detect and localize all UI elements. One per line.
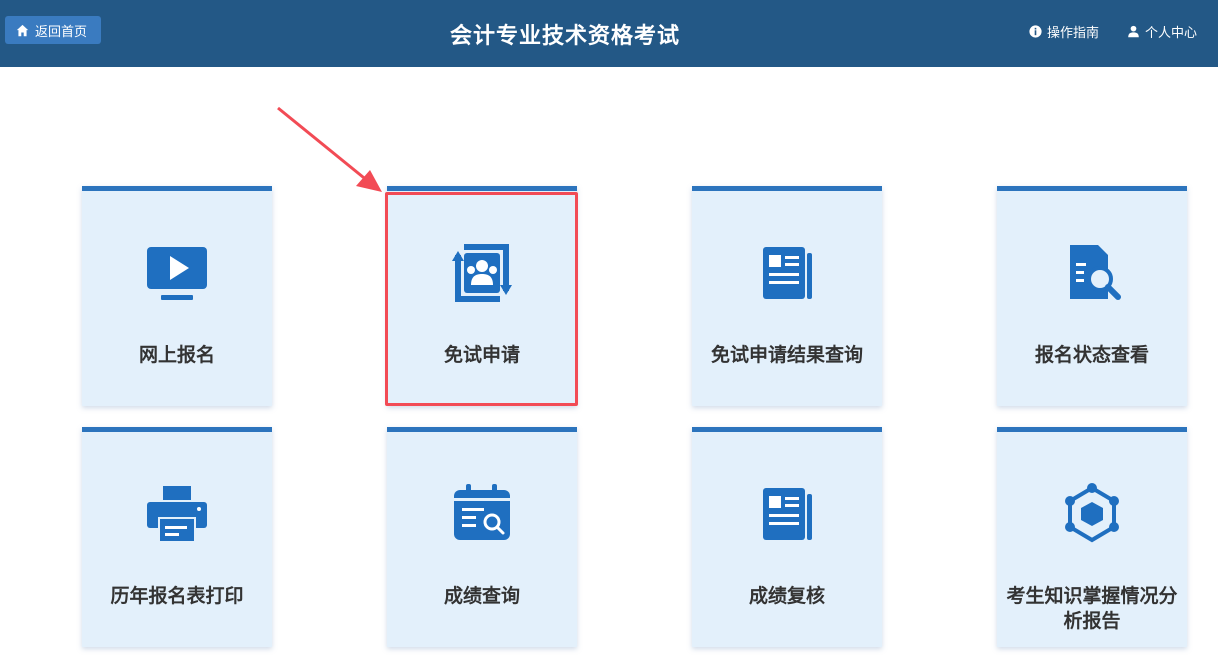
card-knowledge-analysis-report[interactable]: 考生知识掌握情况分析报告 [997, 427, 1187, 647]
document-search-icon [1060, 241, 1124, 305]
card-label: 网上报名 [138, 344, 215, 366]
group-exchange-icon [450, 241, 514, 305]
card-score-review[interactable]: 成绩复核 [692, 427, 882, 647]
newspaper-icon [755, 241, 819, 305]
top-bar: 返回首页 会计专业技术资格考试 操作指南 个人中心 [0, 0, 1218, 67]
card-label: 免试申请 [443, 344, 520, 366]
info-icon [1029, 25, 1042, 38]
card-print-history-forms[interactable]: 历年报名表打印 [82, 427, 272, 647]
user-center-link[interactable]: 个人中心 [1127, 22, 1197, 41]
guide-link-label: 操作指南 [1047, 26, 1100, 41]
hexagon-network-icon [1060, 482, 1124, 546]
newspaper-icon [755, 482, 819, 546]
card-label: 成绩复核 [748, 585, 825, 607]
user-icon [1128, 25, 1139, 38]
card-label: 免试申请结果查询 [710, 344, 863, 366]
card-score-query[interactable]: 成绩查询 [387, 427, 577, 647]
monitor-play-icon [145, 241, 209, 305]
card-label: 报名状态查看 [1034, 344, 1149, 366]
card-registration-status[interactable]: 报名状态查看 [997, 186, 1187, 406]
guide-link[interactable]: 操作指南 [1029, 22, 1099, 41]
pointer-arrow [277, 106, 382, 192]
calendar-search-icon [450, 482, 514, 546]
card-label: 历年报名表打印 [110, 585, 244, 607]
page-title: 会计专业技术资格考试 [449, 24, 680, 49]
card-label: 成绩查询 [443, 585, 520, 607]
card-exemption-result-query[interactable]: 免试申请结果查询 [692, 186, 882, 406]
card-exemption-application[interactable]: 免试申请 [387, 186, 577, 406]
user-center-label: 个人中心 [1145, 26, 1198, 41]
card-label: 考生知识掌握情况分析报告 [1006, 585, 1178, 632]
printer-icon [145, 482, 209, 546]
card-online-registration[interactable]: 网上报名 [82, 186, 272, 406]
